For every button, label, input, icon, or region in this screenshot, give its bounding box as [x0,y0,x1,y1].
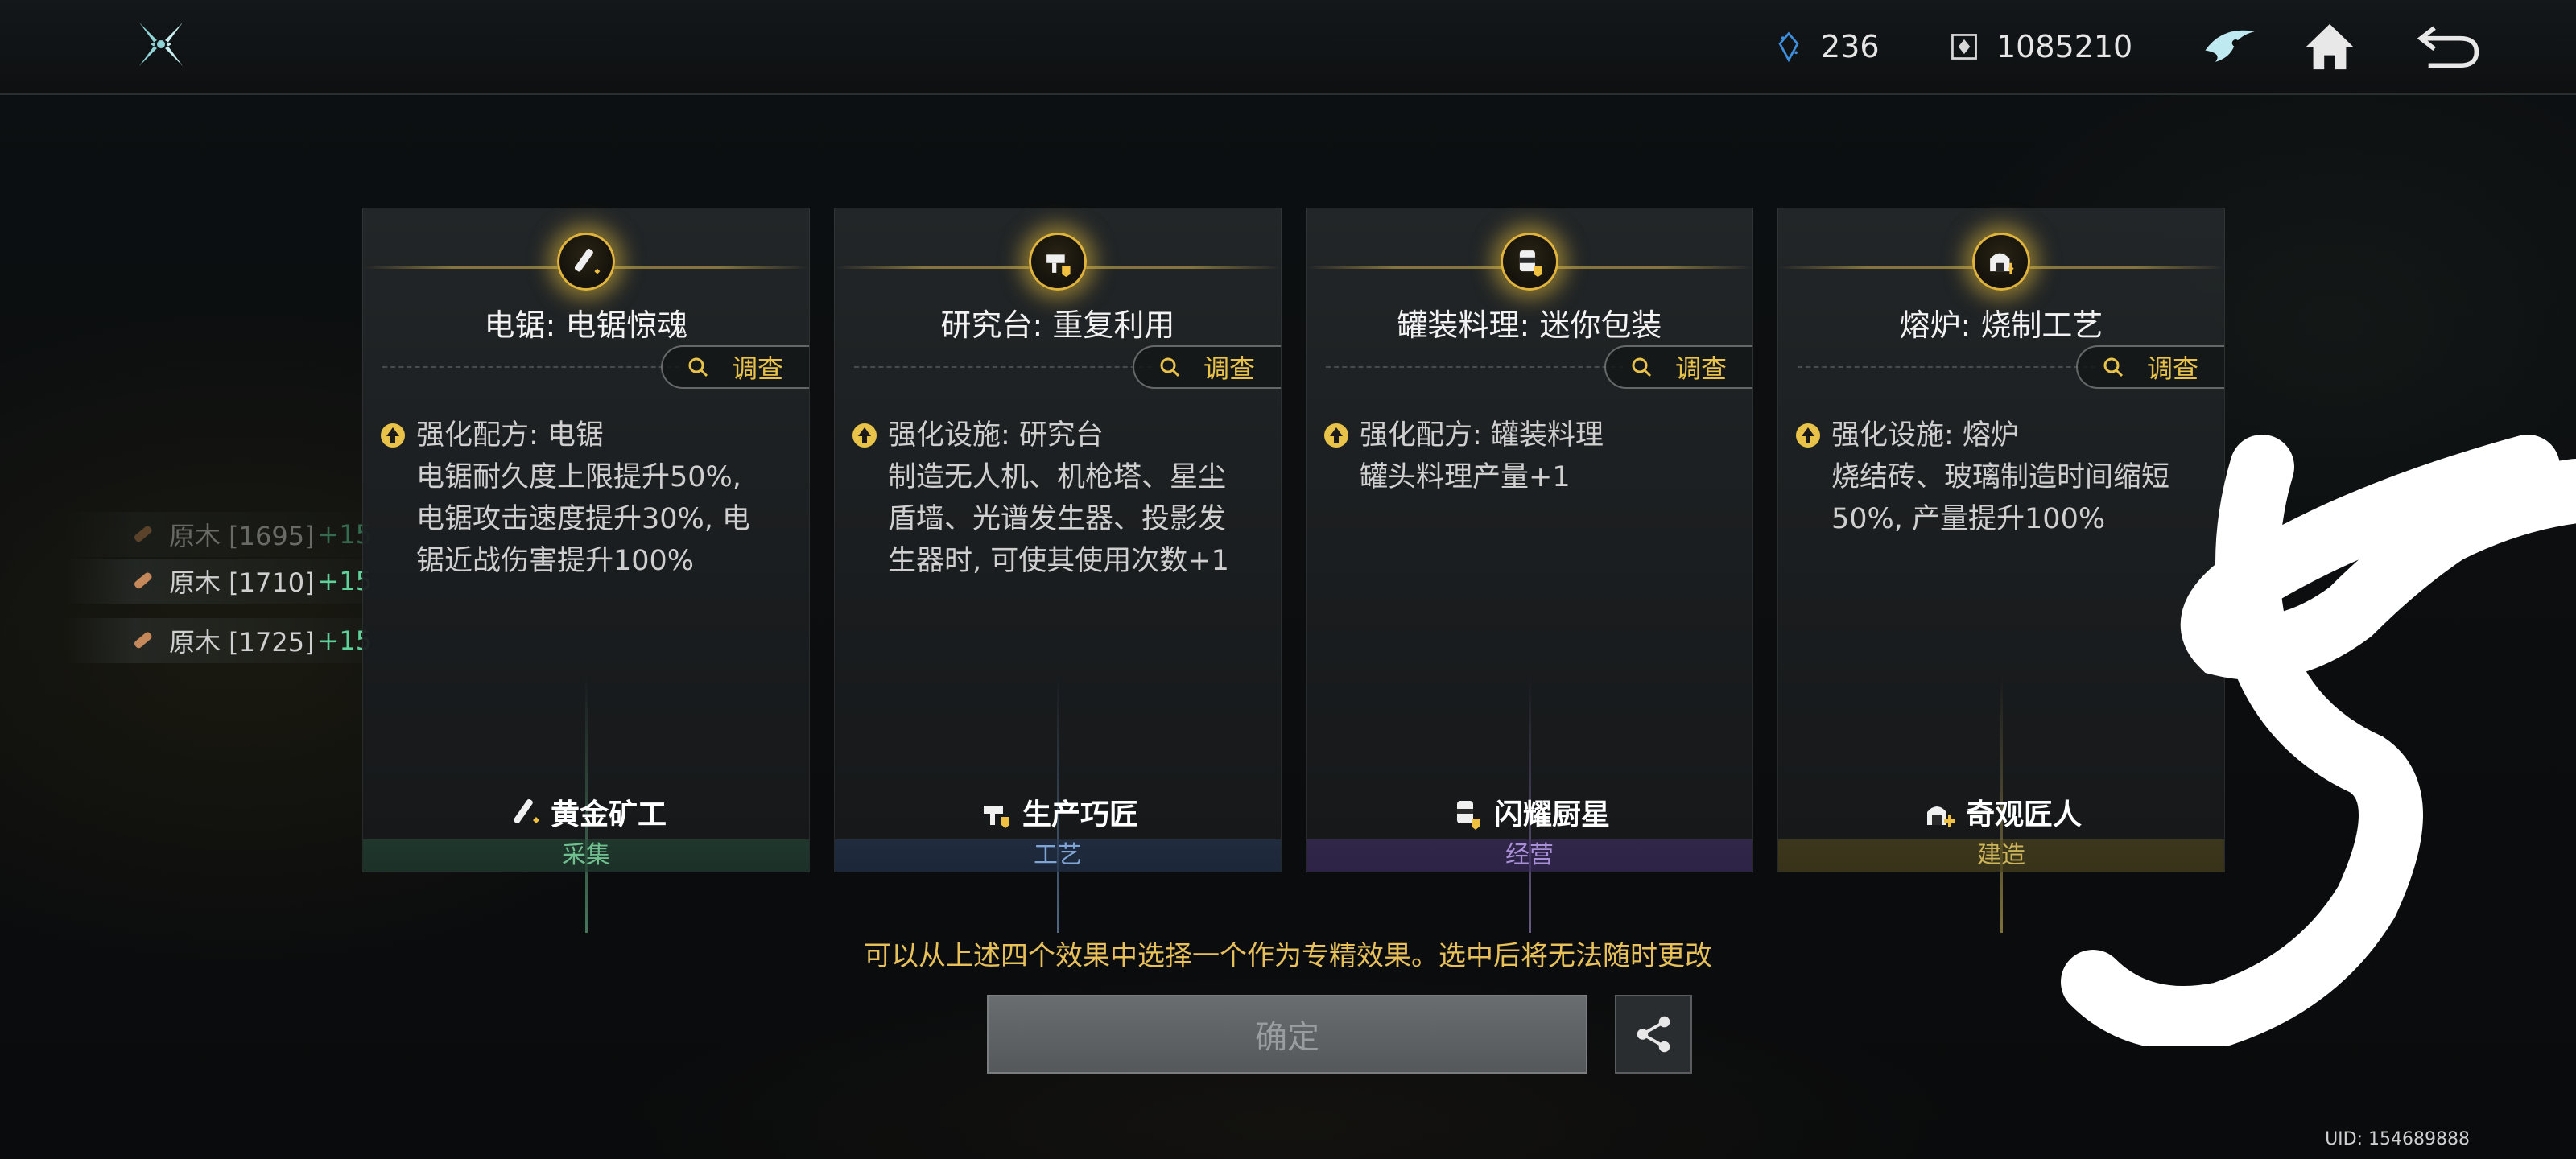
effect-text: 强化配方: 罐装料理 罐头料理产量+1 [1323,415,1733,498]
inspect-button[interactable]: 调查 [661,345,809,389]
divider [1798,366,2095,368]
log-icon [129,567,156,595]
divider [1326,366,1624,368]
effect-text: 强化设施: 研究台 制造无人机、机枪塔、星尘 盾墙、光谱发生器、投影发 生器时,… [851,415,1261,582]
search-icon [2103,357,2124,377]
coin-currency: 1085210 [1946,23,2132,71]
search-icon [1160,357,1180,377]
inspect-button[interactable]: 调查 [1133,345,1281,389]
chef-icon [1456,801,1480,830]
effect-line: 锯近战伤害提升100% [416,545,695,577]
effect-line: 电锯攻击速度提升30%, 电 [416,503,751,535]
search-icon [1632,357,1652,377]
category-label: 采集 [363,839,809,872]
furnace-medal-icon [1972,233,2030,291]
confirm-button[interactable]: 确定 [987,995,1587,1074]
upgrade-icon [1324,423,1348,448]
user-id: UID: 154689888 [2325,1129,2470,1149]
inspect-label: 调查 [2147,353,2199,384]
card-title: 熔炉: 烧制工艺 [1899,307,2103,343]
effect-head: 强化配方: 罐装料理 [1360,419,1604,452]
divider [382,366,680,368]
effect-text: 强化配方: 电锯 电锯耐久度上限提升50%, 电锯攻击速度提升30%, 电 锯近… [379,415,790,582]
upgrade-icon [381,423,405,448]
divider [854,366,1152,368]
canned-food-medal-icon [1501,233,1558,291]
card-title: 罐装料理: 迷你包装 [1397,307,1662,343]
category-label: 工艺 [835,839,1281,872]
upgrade-icon [1796,423,1820,448]
tier-label: 生产巧匠 [1022,798,1138,831]
coin-count: 1085210 [1996,29,2133,64]
back-icon[interactable] [2413,14,2481,79]
inspect-label: 调查 [732,353,784,384]
log-icon [129,521,156,548]
ai-assistant-icon[interactable] [2196,14,2264,79]
tier-title: 闪耀厨星 [1307,791,1752,833]
effect-line: 制造无人机、机枪塔、星尘 [888,461,1227,493]
specialization-card-workbench[interactable]: 研究台: 重复利用 调查 强化设施: 研究台 制造无人机、机枪塔、星尘 盾墙、光… [834,208,1282,933]
share-icon [1637,1016,1670,1053]
search-icon [688,357,708,377]
chainsaw-medal-icon [557,233,615,291]
inspect-button[interactable]: 调查 [2076,345,2224,389]
tier-label: 黄金矿工 [550,798,667,831]
list-item-label: 原木 [1725] [169,627,315,658]
specialization-card-chainsaw[interactable]: 电锯: 电锯惊魂 调查 强化配方: 电锯 电锯耐久度上限提升50%, 电锯攻击速… [362,208,810,933]
inspect-button[interactable]: 调查 [1604,345,1752,389]
crystal-count: 236 [1821,29,1880,64]
card-title: 电锯: 电锯惊魂 [484,307,688,343]
effect-line: 盾墙、光谱发生器、投影发 [888,503,1227,535]
category-label: 经营 [1307,839,1752,872]
tier-title: 黄金矿工 [363,791,809,833]
workbench-medal-icon [1029,233,1087,291]
tier-label: 闪耀厨星 [1493,798,1610,831]
effect-line: 生器时, 可使其使用次数+1 [888,545,1229,577]
upgrade-icon [852,423,877,448]
game-logo-icon[interactable] [133,16,189,72]
coin-icon [1946,29,1982,64]
list-item-label: 原木 [1710] [169,567,315,598]
craftsman-icon [983,806,1009,828]
crystal-icon [1771,29,1806,64]
crystal-currency: 236 [1771,23,1880,71]
home-icon[interactable] [2296,14,2363,79]
effect-head: 强化配方: 电锯 [416,419,604,452]
effect-head: 强化设施: 熔炉 [1831,419,2019,452]
tier-title: 生产巧匠 [835,791,1281,833]
list-item-label: 原木 [1695] [169,521,315,551]
share-button[interactable] [1615,995,1692,1074]
effect-line: 罐头料理产量+1 [1360,461,1571,493]
card-title: 研究台: 重复利用 [940,307,1175,343]
inspect-label: 调查 [1203,353,1256,384]
effect-line: 电锯耐久度上限提升50%, [416,461,741,493]
specialization-card-canned-food[interactable]: 罐装料理: 迷你包装 调查 强化配方: 罐装料理 罐头料理产量+1 闪耀厨星 经… [1306,208,1753,933]
log-icon [129,627,156,654]
inspect-label: 调查 [1675,353,1728,384]
builder-icon [1926,806,1955,827]
miner-icon [514,798,539,824]
handwritten-annotation [2061,435,2576,1046]
effect-head: 强化设施: 研究台 [888,419,1104,452]
top-bar: 236 1085210 [0,0,2576,95]
